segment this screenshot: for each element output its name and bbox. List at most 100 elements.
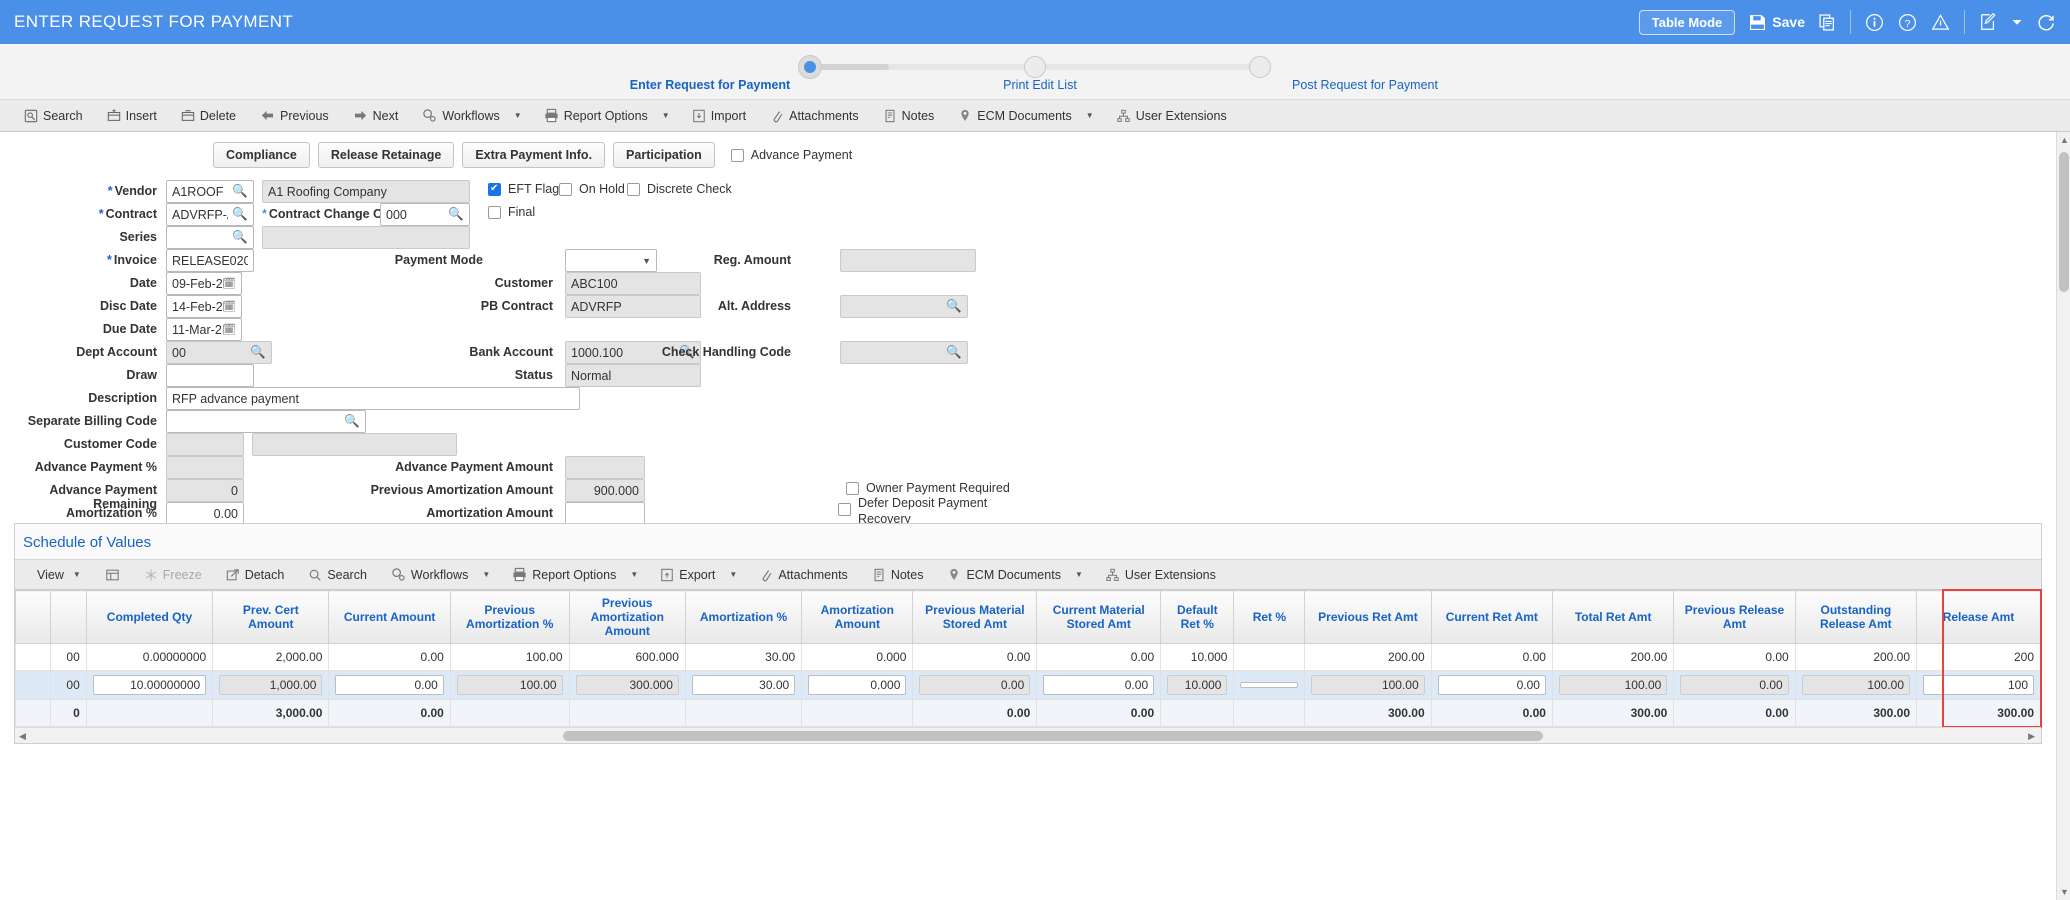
toolbar-item-search[interactable]: Search (12, 100, 95, 131)
search-icon[interactable]: 🔍 (946, 345, 962, 360)
toolbar-item-report-options[interactable]: Report Options (532, 100, 660, 131)
eft-flag-checkbox[interactable] (488, 182, 501, 196)
sov-item-detach-panel[interactable] (93, 560, 132, 589)
date-input[interactable]: 09-Feb-2023 🗓 (166, 272, 242, 295)
cell-current-material-stored-amt-input[interactable]: 0.00 (1036, 670, 1162, 700)
sov-item-freeze[interactable]: Freeze (132, 560, 214, 589)
disc-date-input[interactable]: 14-Feb-2023 🗓 (166, 295, 242, 318)
cell-release-amt-input[interactable]: 100 (1916, 670, 2041, 700)
sov-item-view[interactable]: View ▼ (25, 560, 93, 589)
toolbar-item-attachments[interactable]: Attachments (758, 100, 870, 131)
row-selector[interactable] (14, 643, 52, 671)
cell-current-amount-input[interactable]: 0.00 (328, 670, 451, 700)
chevron-down-icon[interactable]: ▼ (480, 570, 500, 579)
contract-change-order-input[interactable]: 000 🔍 (380, 203, 470, 226)
on-hold-checkbox[interactable] (559, 182, 572, 196)
amortization-pct-input[interactable]: 0.00 (166, 502, 244, 525)
sov-item-notes[interactable]: Notes (860, 560, 936, 589)
sov-item-attachments[interactable]: Attachments (747, 560, 859, 589)
cell-previous-ret-amt-input[interactable]: 100.00 (1304, 670, 1432, 700)
sov-item-user-extensions[interactable]: User Extensions (1093, 560, 1228, 589)
advance-payment-checkbox-group[interactable]: Advance Payment (730, 148, 852, 162)
col-default-ret-pct[interactable]: Default Ret % (1160, 590, 1235, 644)
grid-horizontal-scrollbar[interactable]: ◀ ▶ (15, 727, 2041, 743)
chevron-down-icon[interactable]: ▼ (660, 111, 680, 120)
search-icon[interactable]: 🔍 (344, 414, 360, 429)
step-dot-1[interactable] (799, 56, 821, 78)
due-date-input[interactable]: 11-Mar-2023 🗓 (166, 318, 242, 341)
grid-scroll-thumb[interactable] (563, 731, 1543, 741)
arrow-up-icon[interactable]: ▲ (2060, 135, 2069, 145)
final-group[interactable]: Final (488, 205, 535, 219)
page-scroll-thumb[interactable] (2059, 152, 2069, 292)
sov-item-detach[interactable]: Detach (214, 560, 297, 589)
col-previous-amortization-pct[interactable]: Previous Amortization % (449, 590, 570, 644)
invoice-input[interactable]: RELEASE0209 (166, 249, 254, 272)
contract-input[interactable]: ADVRFP-A1RO 🔍 (166, 203, 254, 226)
cell-default-ret-pct-input[interactable]: 10.000 (1160, 670, 1235, 700)
search-icon[interactable]: 🔍 (232, 207, 248, 222)
step-label-post-request-for-payment[interactable]: Post Request for Payment (1205, 78, 1525, 92)
step-label-print-edit-list[interactable]: Print Edit List (875, 78, 1205, 92)
cell-completed-qty-input[interactable]: 10.00000000 (85, 670, 214, 700)
chevron-down-icon[interactable]: ▼ (1084, 111, 1104, 120)
col-blank[interactable] (50, 590, 87, 644)
cell-ret-pct-input[interactable] (1233, 670, 1306, 700)
sov-item-search[interactable]: Search (296, 560, 379, 589)
search-icon[interactable]: 🔍 (946, 299, 962, 314)
owner-payment-required-group[interactable]: Owner Payment Required (846, 481, 1010, 495)
toolbar-item-ecm-documents[interactable]: ECM Documents (946, 100, 1083, 131)
col-ret-pct[interactable]: Ret % (1233, 590, 1306, 644)
toolbar-item-notes[interactable]: Notes (871, 100, 947, 131)
search-icon[interactable]: 🔍 (232, 184, 248, 199)
col-current-amount[interactable]: Current Amount (328, 590, 451, 644)
sov-item-ecm-documents[interactable]: ECM Documents (935, 560, 1072, 589)
chevron-down-icon[interactable]: ▼ (1073, 570, 1093, 579)
duplicate-icon[interactable] (1819, 13, 1836, 31)
search-icon[interactable]: 🔍 (448, 207, 464, 222)
warning-icon[interactable] (1931, 13, 1950, 32)
tab-participation[interactable]: Participation (613, 142, 715, 168)
step-label-enter-request-for-payment[interactable]: Enter Request for Payment (545, 78, 875, 92)
eft-flag-group[interactable]: EFT Flag (488, 182, 559, 196)
table-row[interactable]: 00 10.00000000 1,000.00 0.00 100.00 300.… (14, 670, 2041, 700)
defer-deposit-checkbox[interactable] (838, 503, 851, 516)
discrete-check-group[interactable]: Discrete Check (627, 182, 732, 196)
description-input[interactable]: RFP advance payment (166, 387, 580, 410)
toolbar-item-import[interactable]: Import (680, 100, 758, 131)
search-icon[interactable]: 🔍 (232, 230, 248, 245)
info-icon[interactable] (1865, 13, 1884, 32)
cell-total-ret-amt-input[interactable]: 100.00 (1551, 670, 1675, 700)
draw-input[interactable] (166, 364, 254, 387)
toolbar-item-delete[interactable]: Delete (169, 100, 248, 131)
cell-amortization-amount-input[interactable]: 0.000 (801, 670, 914, 700)
col-previous-ret-amt[interactable]: Previous Ret Amt (1304, 590, 1432, 644)
chevron-down-icon[interactable] (2011, 16, 2023, 28)
help-icon[interactable]: ? (1898, 13, 1917, 32)
cell-amortization-pct-input[interactable]: 30.00 (684, 670, 803, 700)
arrow-right-icon[interactable]: ▶ (2028, 731, 2035, 742)
toolbar-item-user-extensions[interactable]: User Extensions (1104, 100, 1239, 131)
final-checkbox[interactable] (488, 205, 501, 219)
sov-item-workflows[interactable]: Workflows (379, 560, 480, 589)
save-button[interactable]: Save (1749, 14, 1805, 31)
edit-icon[interactable] (1979, 13, 1997, 31)
col-total-ret-amt[interactable]: Total Ret Amt (1551, 590, 1675, 644)
toolbar-item-previous[interactable]: Previous (248, 100, 341, 131)
cell-prev-cert-amount-input[interactable]: 1,000.00 (212, 670, 330, 700)
cell-current-ret-amt-input[interactable]: 0.00 (1430, 670, 1553, 700)
col-completed-qty[interactable]: Completed Qty (85, 590, 214, 644)
sov-item-report-options[interactable]: Report Options (500, 560, 628, 589)
vendor-input[interactable]: A1ROOF 🔍 (166, 180, 254, 203)
step-dot-2[interactable] (1024, 56, 1046, 78)
col-prev-cert-amount[interactable]: Prev. Cert Amount (212, 590, 330, 644)
chevron-down-icon[interactable]: ▼ (727, 570, 747, 579)
table-row[interactable]: 00 0.00000000 2,000.00 0.00 100.00 600.0… (14, 643, 2041, 671)
search-icon[interactable]: 🔍 (250, 345, 266, 360)
owner-payment-required-checkbox[interactable] (846, 481, 859, 495)
sov-item-export[interactable]: Export (648, 560, 727, 589)
chevron-down-icon[interactable]: ▼ (512, 111, 532, 120)
check-handling-code-input[interactable]: 🔍 (840, 341, 968, 364)
tab-extra-payment-info[interactable]: Extra Payment Info. (462, 142, 606, 168)
col-previous-amortization-amount[interactable]: Previous Amortization Amount (568, 590, 686, 644)
